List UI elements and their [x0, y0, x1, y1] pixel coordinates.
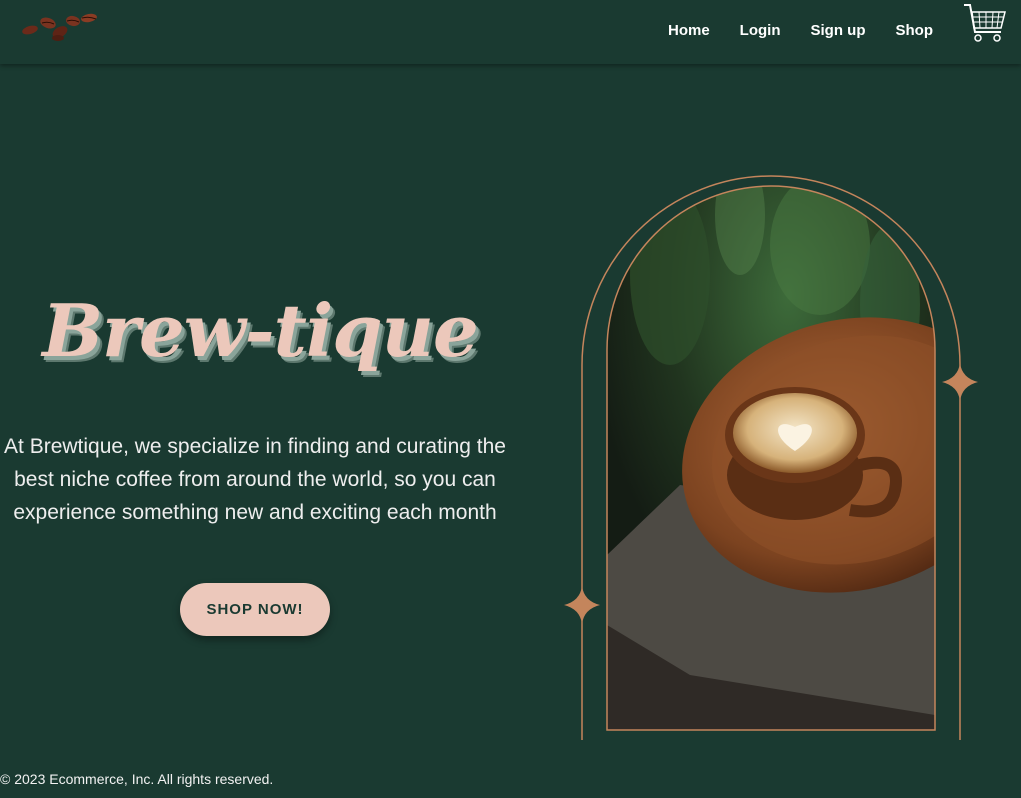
coffee-photo: [607, 186, 935, 730]
hero-image-frame: [564, 175, 978, 740]
nav-link-login[interactable]: Login: [740, 22, 781, 39]
shop-now-button[interactable]: SHOP NOW!: [180, 583, 330, 636]
sparkle-icon: [942, 363, 978, 401]
hero-description: At Brewtique, we specialize in finding a…: [4, 435, 506, 524]
top-navbar: Home Login Sign up Shop: [0, 0, 1021, 64]
nav-link-home[interactable]: Home: [668, 22, 710, 39]
nav-link-signup[interactable]: Sign up: [811, 22, 866, 39]
sparkle-icon: [564, 586, 600, 624]
footer-copyright: © 2023 Ecommerce, Inc. All rights reserv…: [0, 771, 274, 787]
coffee-beans-icon[interactable]: [18, 8, 104, 44]
nav-link-shop[interactable]: Shop: [896, 22, 934, 39]
hero-title: Brew-tique: [42, 288, 479, 373]
nav-links: Home Login Sign up Shop: [668, 22, 933, 39]
shopping-cart-icon[interactable]: [963, 2, 1007, 44]
